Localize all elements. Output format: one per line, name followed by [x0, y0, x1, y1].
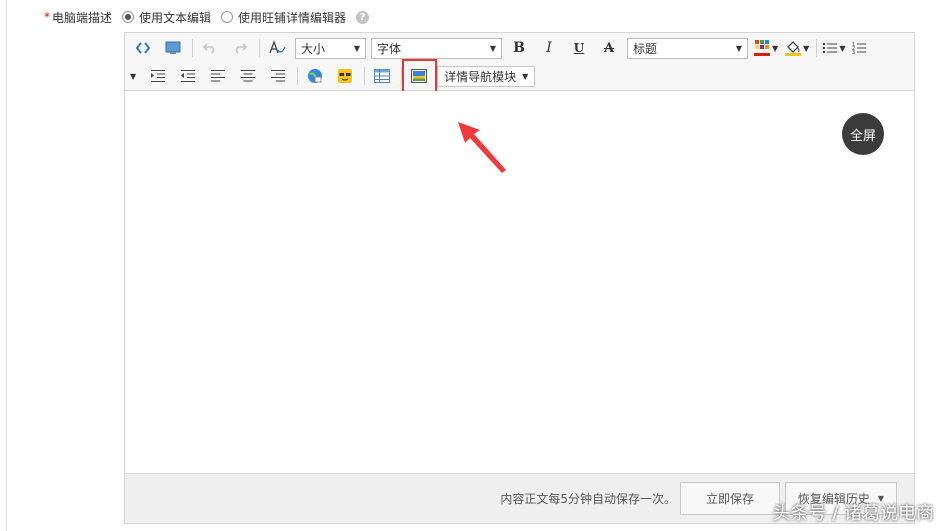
outdent-icon[interactable]: [176, 65, 200, 87]
chevron-down-icon[interactable]: ▼: [803, 44, 809, 53]
ordered-list-icon[interactable]: 123: [851, 37, 867, 59]
clear-format-icon[interactable]: [265, 37, 289, 59]
source-icon[interactable]: [131, 37, 155, 59]
heading-select[interactable]: 标题 ▼: [627, 37, 748, 59]
font-size-value: 大小: [301, 41, 326, 56]
save-now-button[interactable]: 立即保存: [680, 482, 780, 515]
toolbar-row-1: 大小 ▼ 字体 ▼ B I U A 标题 ▼ ▼ ▼ ▼ 1 2 3: [131, 34, 873, 62]
chevron-down-icon[interactable]: ▼: [839, 44, 845, 53]
table-icon[interactable]: [370, 65, 394, 87]
radio-shop-editor-label[interactable]: 使用旺铺详情编辑器: [238, 9, 346, 26]
indent-icon[interactable]: [146, 65, 170, 87]
detail-nav-module-label: 详情导航模块: [444, 69, 517, 84]
font-color-icon[interactable]: [753, 37, 771, 59]
toolbar-divider: [816, 39, 818, 57]
toolbar-divider: [297, 67, 299, 85]
bold-button[interactable]: B: [507, 37, 531, 59]
toolbar-divider: [364, 67, 366, 85]
description-field-row: * 电脑端描述 使用文本编辑 使用旺铺详情编辑器 ?: [44, 8, 370, 26]
redo-icon[interactable]: [228, 37, 252, 59]
help-icon[interactable]: ?: [356, 10, 370, 24]
undo-icon[interactable]: [198, 37, 222, 59]
toolbar-divider: [192, 39, 193, 57]
chevron-down-icon: ▼: [353, 43, 360, 53]
editor-content-area[interactable]: 全屏: [125, 91, 914, 473]
font-size-select[interactable]: 大小 ▼: [295, 37, 366, 59]
font-family-select[interactable]: 字体 ▼: [371, 37, 502, 59]
radio-text-editor[interactable]: [122, 11, 135, 23]
link-icon[interactable]: [303, 65, 327, 87]
align-right-icon[interactable]: [266, 65, 290, 87]
svg-text:3: 3: [852, 50, 855, 55]
fullscreen-button[interactable]: 全屏: [842, 113, 884, 155]
editor-toolbar: 大小 ▼ 字体 ▼ B I U A 标题 ▼ ▼ ▼ ▼ 1 2 3 ▼ 详情导…: [125, 33, 914, 99]
italic-button[interactable]: I: [537, 37, 561, 59]
radio-text-editor-label[interactable]: 使用文本编辑: [139, 9, 211, 26]
strikethrough-button[interactable]: A: [597, 37, 621, 59]
chevron-down-icon[interactable]: ▼: [772, 44, 778, 53]
chevron-down-icon[interactable]: ▼: [130, 72, 136, 81]
underline-button[interactable]: U: [567, 37, 591, 59]
red-arrow-annotation: [458, 122, 506, 173]
chevron-down-icon: ▼: [522, 71, 529, 81]
rich-text-editor: 大小 ▼ 字体 ▼ B I U A 标题 ▼ ▼ ▼ ▼ 1 2 3 ▼ 详情导…: [124, 32, 915, 524]
align-left-icon[interactable]: [206, 65, 230, 87]
heading-value: 标题: [633, 41, 658, 56]
detail-nav-module-button[interactable]: 详情导航模块 ▼: [437, 65, 536, 87]
chevron-down-icon: ▼: [489, 43, 496, 53]
field-label: 电脑端描述: [52, 10, 113, 25]
required-mark: *: [44, 10, 50, 24]
font-family-value: 字体: [377, 41, 402, 56]
align-center-icon[interactable]: [236, 65, 260, 87]
toolbar-divider: [259, 39, 260, 57]
autosave-note: 内容正文每5分钟自动保存一次。: [500, 492, 676, 506]
emoticon-icon[interactable]: [333, 65, 357, 87]
chevron-down-icon: ▼: [735, 43, 742, 53]
preview-icon[interactable]: [161, 37, 185, 59]
toolbar-row-2: ▼ 详情导航模块 ▼: [129, 62, 536, 90]
highlight-color-icon[interactable]: [784, 37, 802, 59]
radio-shop-editor[interactable]: [221, 11, 234, 23]
watermark: 头条号 / 诸葛说电商: [772, 503, 934, 524]
left-border-line: [6, 0, 7, 531]
unordered-list-icon[interactable]: [822, 37, 838, 59]
